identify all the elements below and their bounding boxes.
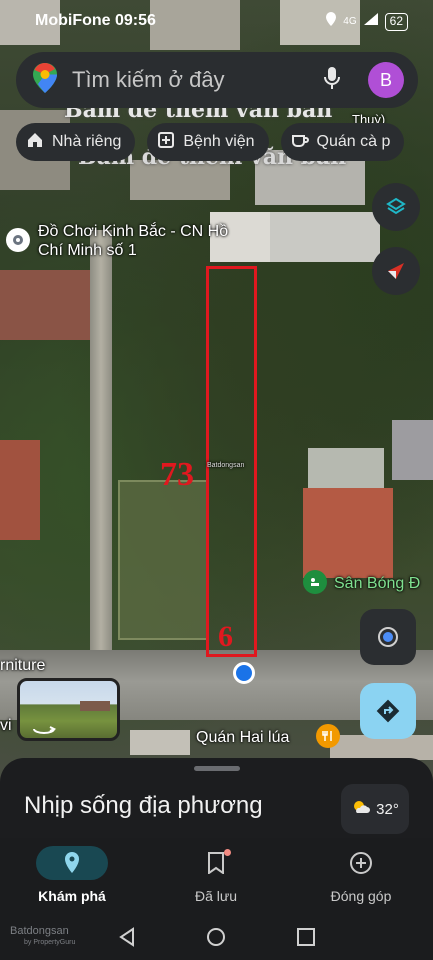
recents-icon[interactable] <box>297 928 315 951</box>
plot-length-label: 73 <box>160 456 194 493</box>
home-nav-icon[interactable] <box>206 927 226 952</box>
microphone-icon[interactable] <box>324 66 340 95</box>
nav-explore[interactable]: Khám phá <box>0 838 144 914</box>
search-input[interactable]: Tìm kiếm ở đây <box>72 67 324 93</box>
status-left: MobiFone 09:56 <box>35 12 156 30</box>
watermark-by: by PropertyGuru <box>24 939 76 946</box>
chip-home[interactable]: Nhà riêng <box>16 123 136 161</box>
chip-hospital[interactable]: Bệnh viện <box>147 123 269 161</box>
stadium-icon[interactable] <box>303 570 327 594</box>
drag-handle[interactable] <box>194 766 240 771</box>
layers-button[interactable] <box>372 183 420 231</box>
maps-logo-icon <box>32 62 58 99</box>
network-type: 4G <box>343 16 357 27</box>
restaurant-icon[interactable] <box>316 724 340 748</box>
chip-label: Quán cà p <box>316 133 391 150</box>
place-label-partial[interactable]: vi <box>0 716 12 735</box>
location-status-icon <box>325 11 337 32</box>
category-chips: Nhà riêng Bệnh viện Quán cà p <box>16 123 405 161</box>
weather-chip[interactable]: 32° <box>341 784 409 834</box>
satellite-map[interactable]: 73 6 Batdongsan Bấm để thêm văn bản Bấm … <box>0 0 433 800</box>
system-navigation-bar: Batdongsan by PropertyGuru <box>0 914 433 960</box>
signal-icon <box>363 12 379 31</box>
my-location-button[interactable] <box>360 609 416 665</box>
street-view-thumbnail[interactable] <box>17 678 120 741</box>
sun-cloud-icon <box>351 799 371 819</box>
nav-contribute[interactable]: Đóng góp <box>289 838 433 914</box>
watermark-brand: Batdongsan <box>10 925 69 937</box>
notification-dot <box>224 849 231 856</box>
hospital-icon <box>157 131 175 154</box>
nav-label: Khám phá <box>38 888 106 904</box>
directions-button[interactable] <box>360 683 416 739</box>
rooftop <box>0 440 40 540</box>
place-label-furniture[interactable]: rniture <box>0 656 45 675</box>
rooftop <box>303 488 393 578</box>
nav-label: Đóng góp <box>330 888 392 904</box>
footer-watermark: Batdongsan by PropertyGuru <box>10 926 75 948</box>
clock: 09:56 <box>115 12 156 29</box>
rooftop <box>0 270 95 340</box>
status-bar: MobiFone 09:56 4G 62 <box>0 0 433 42</box>
nav-label: Đã lưu <box>194 888 238 904</box>
chip-coffee[interactable]: Quán cà p <box>280 123 405 161</box>
location-pin-icon[interactable] <box>6 228 30 252</box>
place-label-restaurant[interactable]: Quán Hai lúa <box>196 728 289 747</box>
chip-label: Bệnh viện <box>183 133 255 150</box>
location-pin-icon <box>36 846 108 880</box>
home-icon <box>26 131 44 154</box>
bookmark-icon <box>180 846 252 880</box>
field <box>118 480 208 640</box>
map-watermark: Batdongsan <box>207 462 245 469</box>
add-circle-icon <box>325 846 397 880</box>
chip-label: Nhà riêng <box>52 133 122 150</box>
bottom-navigation: Khám phá Đã lưu Đóng góp <box>0 838 433 914</box>
temperature: 32° <box>376 800 399 818</box>
avatar[interactable]: B <box>368 62 404 98</box>
back-icon[interactable] <box>118 927 136 952</box>
rooftop <box>308 448 384 490</box>
coffee-icon <box>291 131 309 154</box>
nav-saved[interactable]: Đã lưu <box>144 838 288 914</box>
place-label-toy-store[interactable]: Đồ Chơi Kinh Bắc - CN Hồ Chí Minh số 1 <box>38 222 248 260</box>
status-right: 4G 62 <box>325 11 408 32</box>
current-location-dot <box>233 662 255 684</box>
rooftop <box>392 420 433 480</box>
carrier-label: MobiFone <box>35 12 111 29</box>
rooftop <box>130 730 190 755</box>
battery-indicator: 62 <box>384 12 408 31</box>
sheet-title: Nhịp sống địa phương <box>24 792 263 819</box>
compass-button[interactable] <box>372 247 420 295</box>
side-road <box>90 230 112 670</box>
place-label-stadium[interactable]: Sân Bóng Đ <box>334 574 420 593</box>
search-bar[interactable]: Tìm kiếm ở đây B <box>16 52 418 108</box>
rooftop <box>270 212 380 262</box>
plot-width-label: 6 <box>218 620 233 653</box>
